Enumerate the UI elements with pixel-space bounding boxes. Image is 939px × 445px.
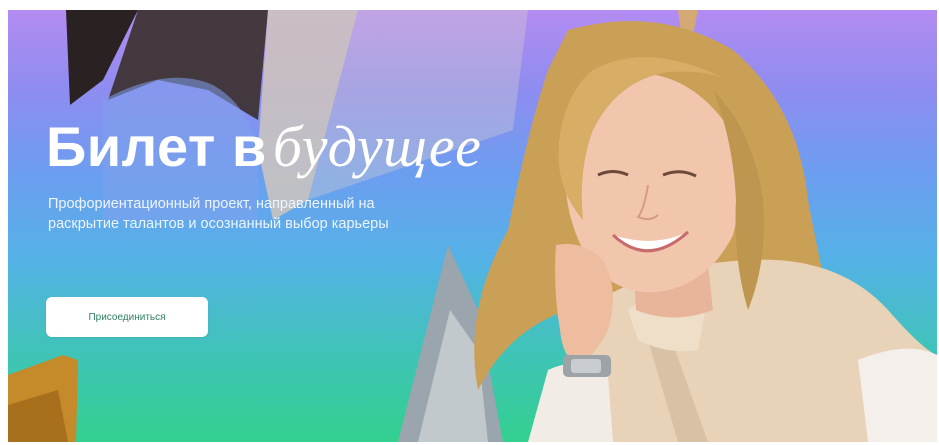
hero-title: Билет в будущее xyxy=(46,118,481,176)
hero-title-italic: будущее xyxy=(272,114,482,179)
hero-title-plain: Билет в xyxy=(46,115,267,178)
join-button[interactable]: Присоединиться xyxy=(46,297,208,337)
hero-banner: Билет в будущее Профориентационный проект… xyxy=(8,10,937,442)
hero-subtitle: Профориентационный проект, направленный … xyxy=(48,196,389,232)
